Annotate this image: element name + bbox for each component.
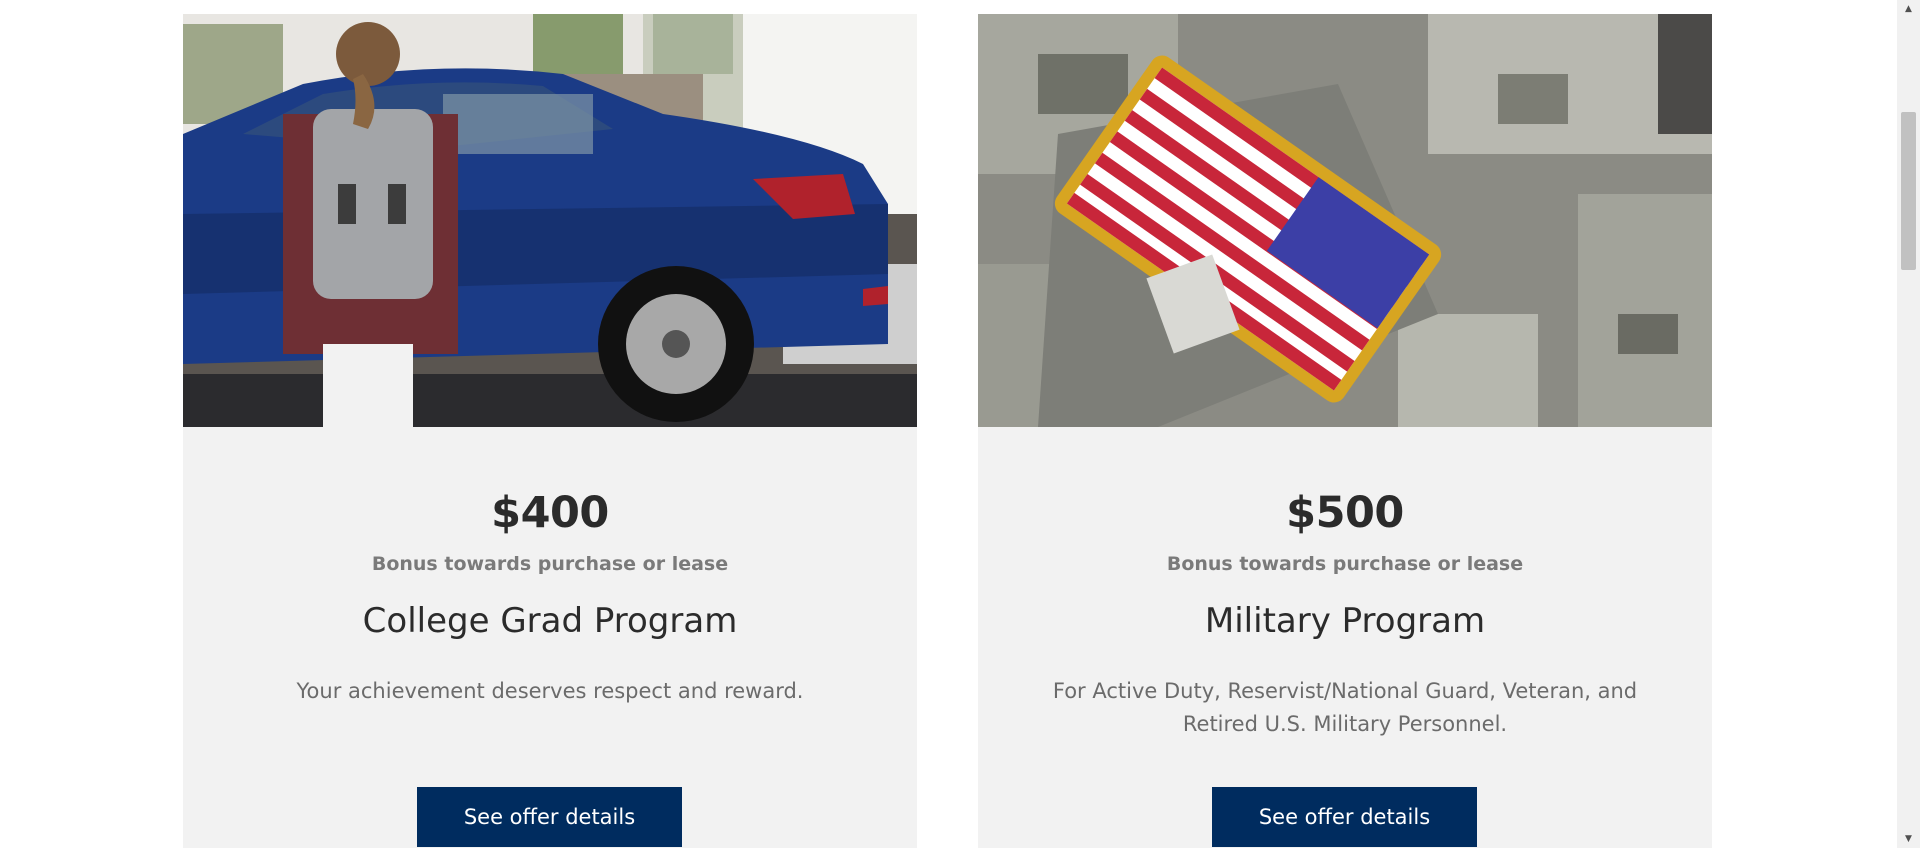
military-photo [978, 14, 1712, 427]
offer-card-college-grad: $400 Bonus towards purchase or lease Col… [183, 14, 917, 848]
program-title: Military Program [1204, 601, 1486, 641]
program-title: College Grad Program [362, 601, 738, 641]
offer-bonus-text: Bonus towards purchase or lease [1166, 553, 1524, 575]
offer-bonus-text: Bonus towards purchase or lease [371, 553, 729, 575]
see-offer-details-button[interactable]: See offer details [1212, 787, 1477, 847]
offer-amount: $500 [1286, 488, 1404, 538]
triangle-down-icon[interactable]: ▼ [1897, 830, 1920, 848]
program-description: For Active Duty, Reservist/National Guar… [1052, 679, 1638, 736]
college-grad-photo [183, 14, 917, 427]
see-offer-details-button[interactable]: See offer details [417, 787, 682, 847]
scrollbar-thumb[interactable] [1901, 112, 1916, 270]
triangle-up-icon[interactable]: ▲ [1897, 0, 1920, 18]
program-description: Your achievement deserves respect and re… [296, 679, 804, 703]
vertical-scrollbar[interactable]: ▲ ▼ [1897, 0, 1920, 848]
offer-card-military: $500 Bonus towards purchase or lease Mil… [978, 14, 1712, 848]
offer-amount: $400 [491, 488, 609, 538]
